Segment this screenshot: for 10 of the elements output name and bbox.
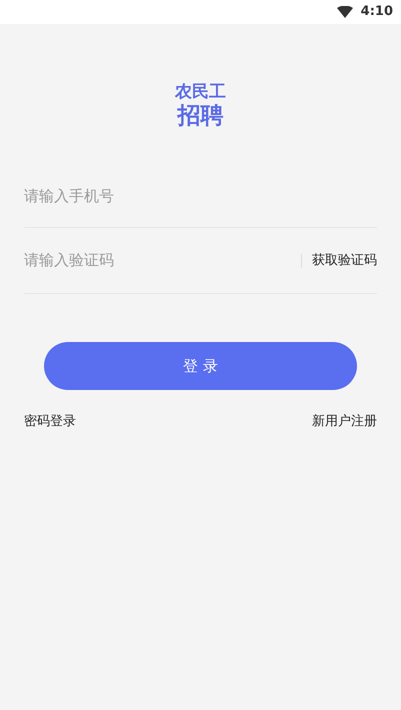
- logo-text: 农民工: [175, 82, 226, 102]
- password-login-link[interactable]: 密码登录: [24, 412, 76, 432]
- code-input-field[interactable]: 请输入验证码 获取验证码: [24, 228, 377, 294]
- phone-input-field[interactable]: 请输入手机号: [24, 164, 377, 228]
- get-code-button[interactable]: 获取验证码: [312, 250, 377, 270]
- status-time: 4:10: [360, 3, 393, 22]
- logo-text: 招聘: [178, 102, 224, 130]
- wifi-icon: [336, 6, 353, 18]
- register-link[interactable]: 新用户注册: [312, 412, 377, 432]
- login-button[interactable]: 登 录: [44, 342, 357, 390]
